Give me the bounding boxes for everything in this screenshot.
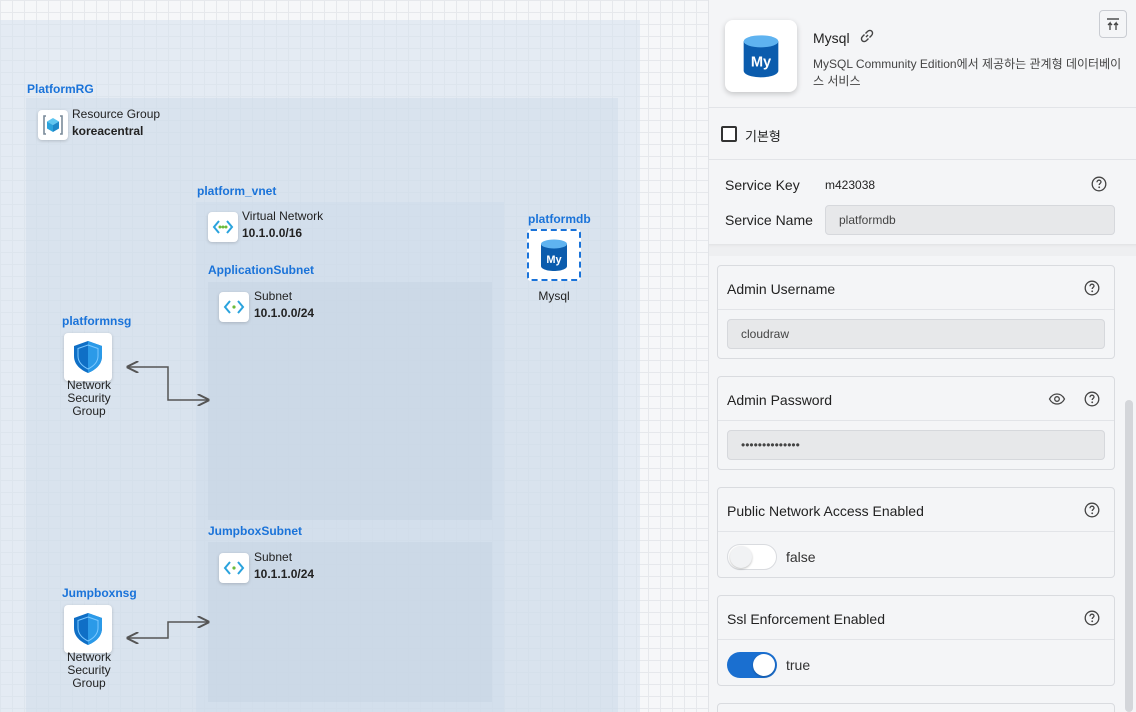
basic-type-label: 기본형 — [745, 129, 781, 144]
public-network-label: Public Network Access Enabled — [727, 503, 924, 519]
service-key-label: Service Key — [725, 177, 800, 193]
diagram-canvas[interactable]: PlatformRG platform_vnet ApplicationSubn… — [0, 0, 708, 712]
help-icon[interactable] — [1084, 280, 1100, 301]
next-card — [717, 703, 1115, 712]
ssl-label: Ssl Enforcement Enabled — [727, 611, 885, 627]
ssl-card: Ssl Enforcement Enabled true — [717, 595, 1115, 686]
nsg1-subnet-connector[interactable] — [128, 367, 208, 400]
service-key-value: m423038 — [825, 178, 876, 192]
help-icon[interactable] — [1084, 391, 1100, 412]
public-network-card: Public Network Access Enabled false — [717, 487, 1115, 578]
svg-text:My: My — [751, 55, 772, 71]
database-icon: My — [743, 35, 779, 78]
service-description: MySQL Community Edition에서 제공하는 관계형 데이터베이… — [813, 57, 1122, 88]
help-icon[interactable] — [1084, 502, 1100, 523]
toggle-knob — [753, 654, 775, 676]
admin-username-header: Admin Username — [718, 266, 1114, 310]
collapse-button[interactable] — [1099, 10, 1127, 38]
service-logo: My — [725, 20, 797, 92]
service-title: Mysql — [813, 30, 850, 46]
toggle-knob — [730, 546, 752, 568]
help-icon[interactable] — [1084, 610, 1100, 631]
admin-username-label: Admin Username — [727, 281, 836, 297]
panel-scrollbar[interactable] — [1125, 400, 1133, 712]
service-name-input[interactable] — [825, 205, 1115, 235]
ssl-header: Ssl Enforcement Enabled — [718, 596, 1114, 640]
public-network-toggle[interactable] — [727, 544, 777, 570]
help-icon[interactable] — [1091, 176, 1107, 197]
collapse-icon — [1107, 18, 1119, 30]
ssl-state: true — [786, 657, 811, 673]
properties-panel: My Mysql MySQL Community Edition에서 제공하는 … — [708, 0, 1136, 712]
admin-username-input[interactable] — [727, 319, 1105, 349]
service-name-label: Service Name — [725, 212, 813, 228]
link-icon[interactable] — [859, 28, 875, 49]
eye-icon[interactable] — [1048, 391, 1066, 412]
basic-type-checkbox[interactable] — [721, 126, 737, 142]
public-network-state: false — [786, 549, 816, 565]
admin-password-label: Admin Password — [727, 392, 833, 408]
connectors-layer — [0, 0, 708, 712]
ssl-toggle[interactable] — [727, 652, 777, 678]
nsg2-subnet-connector[interactable] — [128, 622, 208, 638]
admin-password-input[interactable] — [727, 430, 1105, 460]
public-network-header: Public Network Access Enabled — [718, 488, 1114, 532]
panel-divider — [709, 244, 1136, 256]
admin-password-header: Admin Password — [718, 377, 1114, 421]
admin-password-card: Admin Password — [717, 376, 1115, 470]
panel-header: My Mysql MySQL Community Edition에서 제공하는 … — [709, 0, 1136, 108]
basic-type-row: 기본형 — [709, 108, 1136, 160]
admin-username-card: Admin Username — [717, 265, 1115, 359]
